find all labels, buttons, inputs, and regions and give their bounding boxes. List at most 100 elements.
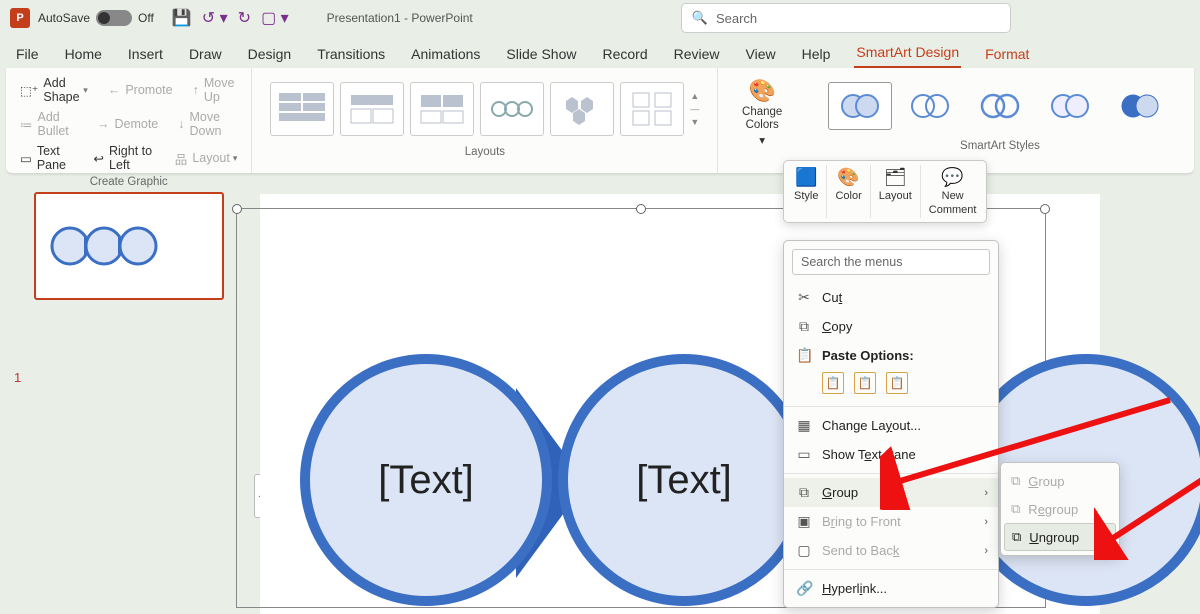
layout-option-4[interactable]: [480, 82, 544, 136]
link-icon: 🔗: [796, 580, 812, 597]
rtl-icon: ↩: [94, 151, 104, 166]
slide-thumbnail-panel[interactable]: [0, 174, 250, 600]
style-option-1[interactable]: [828, 82, 892, 130]
resize-handle-tl[interactable]: [232, 204, 242, 214]
layout-option-6[interactable]: [620, 82, 684, 136]
toggle-switch-icon[interactable]: [96, 10, 132, 26]
ctx-hyperlink[interactable]: 🔗Hyperlink...: [784, 574, 998, 603]
layouts-more-button[interactable]: ▲—▼: [690, 91, 699, 127]
style-option-2[interactable]: [898, 82, 962, 130]
add-shape-icon: ⬚⁺: [20, 83, 38, 98]
style-option-3[interactable]: [968, 82, 1032, 130]
present-icon[interactable]: ▢ ▾: [261, 8, 289, 28]
annotation-arrow-2: [1094, 470, 1200, 560]
smartart-node-1[interactable]: [Text]: [300, 354, 552, 606]
move-down-button[interactable]: ↓Move Down: [174, 108, 241, 140]
tab-draw[interactable]: Draw: [187, 42, 224, 68]
ctx-send-to-back[interactable]: ▢Send to Back›: [784, 536, 998, 565]
node-text-placeholder: [Text]: [636, 458, 732, 503]
change-layout-icon: ▦: [796, 417, 812, 434]
tab-view[interactable]: View: [744, 42, 778, 68]
resize-handle-tc[interactable]: [636, 204, 646, 214]
tab-transitions[interactable]: Transitions: [315, 42, 387, 68]
tab-home[interactable]: Home: [63, 42, 104, 68]
autosave-state: Off: [138, 11, 154, 25]
style-option-4[interactable]: [1038, 82, 1102, 130]
layout-option-3[interactable]: [410, 82, 474, 136]
tab-slideshow[interactable]: Slide Show: [504, 42, 578, 68]
tab-format[interactable]: Format: [983, 42, 1031, 68]
tab-review[interactable]: Review: [672, 42, 722, 68]
ctx-paste-options-label: 📋Paste Options:: [784, 341, 998, 370]
send-back-icon: ▢: [796, 542, 812, 559]
right-to-left-button[interactable]: ↩Right to Left: [90, 142, 159, 174]
group-label-styles: SmartArt Styles: [816, 138, 1184, 152]
add-shape-button[interactable]: ⬚⁺Add Shape▾: [16, 74, 92, 106]
ungroup-icon: ⧉: [1012, 529, 1021, 545]
style-option-5[interactable]: [1108, 82, 1172, 130]
bullet-icon: ≔: [20, 117, 33, 132]
move-up-button[interactable]: ↑Move Up: [189, 74, 242, 106]
bring-front-icon: ▣: [796, 513, 812, 530]
comment-icon: 💬: [941, 167, 963, 188]
text-pane-icon: ▭: [796, 446, 812, 463]
tab-design[interactable]: Design: [246, 42, 294, 68]
resize-handle-tr[interactable]: [1040, 204, 1050, 214]
mini-layout-button[interactable]: 🗂Layout: [871, 165, 921, 218]
smartart-node-2[interactable]: [Text]: [558, 354, 810, 606]
paste-icon: 📋: [796, 347, 812, 364]
change-colors-button[interactable]: 🎨 Change Colors ▾: [728, 74, 796, 151]
ribbon: ⬚⁺Add Shape▾ ←Promote ↑Move Up ≔Add Bull…: [6, 68, 1194, 174]
layout-option-5[interactable]: [550, 82, 614, 136]
slide-thumbnail-1[interactable]: [34, 192, 224, 300]
mini-style-button[interactable]: 🟦Style: [786, 165, 827, 218]
node-text-placeholder: [Text]: [378, 458, 474, 503]
autosave-label: AutoSave: [38, 11, 90, 25]
search-input[interactable]: 🔍 Search: [681, 3, 1011, 33]
promote-button[interactable]: ←Promote: [104, 81, 177, 99]
context-menu-search[interactable]: Search the menus: [792, 249, 990, 275]
ribbon-group-styles: SmartArt Styles: [806, 68, 1194, 173]
arrow-down-icon: ↓: [178, 117, 184, 131]
paste-option-1[interactable]: 📋: [822, 372, 844, 394]
tab-animations[interactable]: Animations: [409, 42, 482, 68]
layout-option-1[interactable]: [270, 82, 334, 136]
ribbon-tabs: File Home Insert Draw Design Transitions…: [0, 36, 1200, 68]
tab-help[interactable]: Help: [800, 42, 833, 68]
tab-record[interactable]: Record: [600, 42, 649, 68]
arrow-up-icon: ↑: [193, 83, 199, 97]
mini-color-button[interactable]: 🎨Color: [827, 165, 870, 218]
undo-icon[interactable]: ↺ ▾: [202, 8, 228, 28]
demote-button[interactable]: →Demote: [93, 115, 162, 133]
arrow-left-icon: ←: [108, 83, 121, 97]
layout-icon: 🗂: [884, 167, 907, 188]
quick-access-toolbar: 💾 ↺ ▾ ↻ ▢ ▾: [172, 8, 289, 28]
layout-button[interactable]: 品Layout▾: [171, 147, 242, 170]
ctx-bring-to-front[interactable]: ▣Bring to Front›: [784, 507, 998, 536]
ctx-cut[interactable]: ✂Cut: [784, 283, 998, 312]
add-bullet-button[interactable]: ≔Add Bullet: [16, 108, 81, 140]
palette-icon: 🎨: [748, 78, 775, 104]
autosave-toggle[interactable]: AutoSave Off: [38, 10, 154, 26]
mini-toolbar: 🟦Style 🎨Color 🗂Layout 💬NewComment: [783, 160, 987, 223]
document-title: Presentation1 - PowerPoint: [327, 11, 473, 25]
paste-option-2[interactable]: 📋: [854, 372, 876, 394]
text-pane-icon: ▭: [20, 151, 32, 166]
cut-icon: ✂: [796, 289, 812, 306]
search-placeholder: Search: [716, 11, 757, 26]
group-label-layouts: Layouts: [262, 144, 707, 158]
save-icon[interactable]: 💾: [172, 8, 192, 28]
thumbnail-smartart-icon: [48, 221, 168, 271]
redo-icon[interactable]: ↻: [238, 8, 251, 28]
tab-smartart-design[interactable]: SmartArt Design: [854, 40, 961, 68]
ctx-copy[interactable]: ⧉Copy: [784, 312, 998, 341]
copy-icon: ⧉: [796, 318, 812, 335]
tab-insert[interactable]: Insert: [126, 42, 165, 68]
group-icon: ⧉: [796, 484, 812, 501]
layout-option-2[interactable]: [340, 82, 404, 136]
style-icon: 🟦: [795, 167, 817, 188]
mini-new-comment-button[interactable]: 💬NewComment: [921, 165, 985, 218]
text-pane-button[interactable]: ▭Text Pane: [16, 142, 78, 174]
slide-number: 1: [14, 370, 21, 385]
tab-file[interactable]: File: [14, 42, 41, 68]
